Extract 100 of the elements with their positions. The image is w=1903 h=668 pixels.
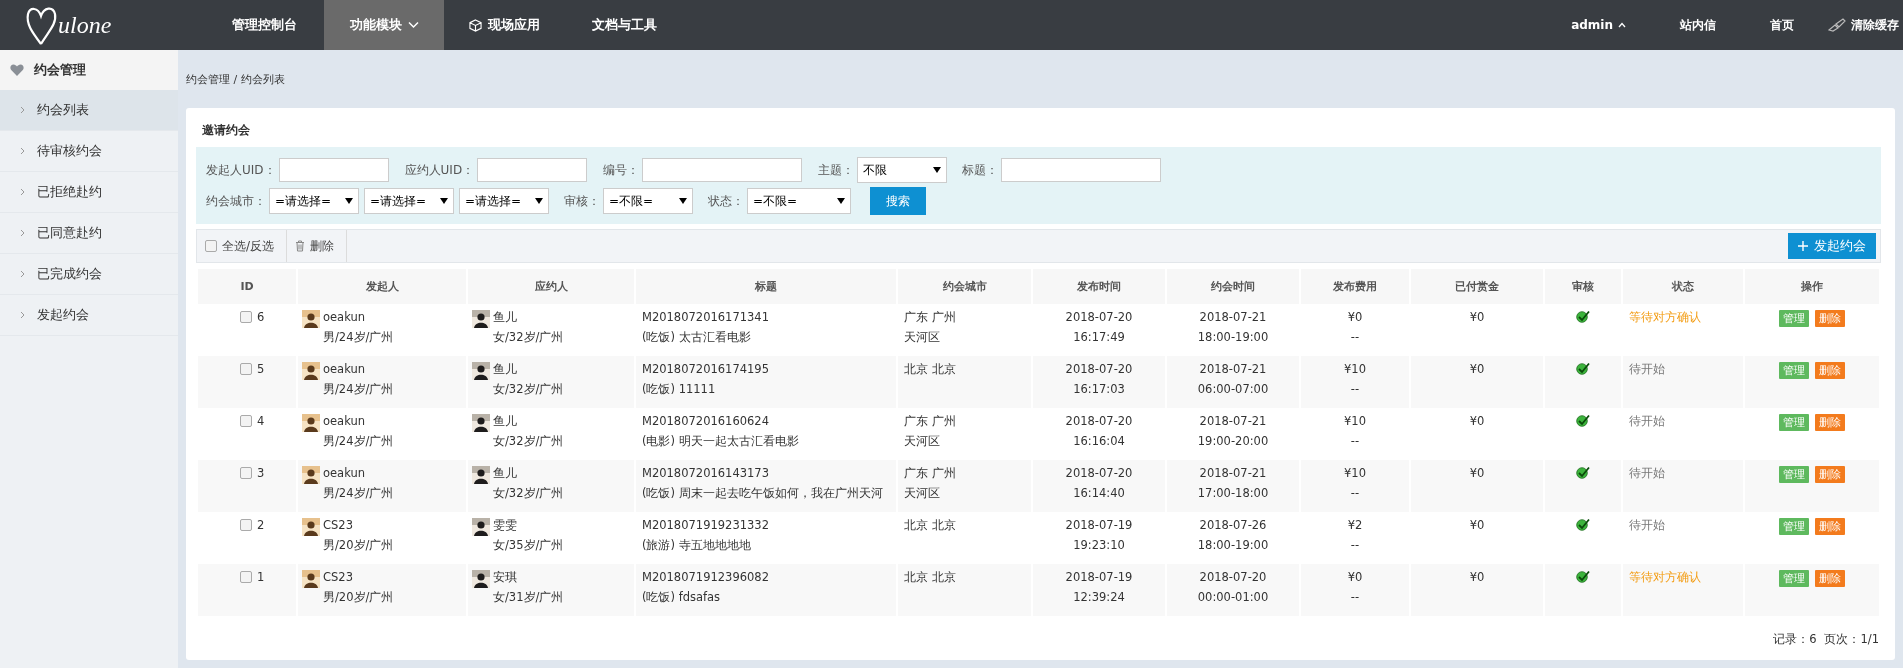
table-cell-text: 广东 广州 — [904, 466, 957, 481]
column-header: 应约人 — [468, 269, 634, 304]
nav-tab[interactable]: 现场应用 — [444, 0, 564, 50]
logo-text: ulone — [58, 11, 112, 39]
sidebar-item[interactable]: 发起约会 — [0, 295, 178, 336]
checkbox-label: 全选/反选 — [222, 237, 275, 255]
column-header: 发起人 — [298, 269, 466, 304]
select-field[interactable]: 不限 — [857, 157, 948, 183]
table-cell-text: M2018072016160624 — [642, 414, 770, 429]
nav-link[interactable]: 清除缓存 — [1816, 16, 1903, 34]
column-header: 发布时间 — [1033, 269, 1165, 304]
select-field[interactable]: =不限= — [747, 188, 851, 214]
checkbox[interactable] — [205, 240, 217, 252]
table-cell: 12:39:24 — [1073, 590, 1125, 605]
nav-link[interactable]: 站内信 — [1668, 16, 1728, 34]
filter-label: 发起人UID： — [206, 161, 276, 179]
dropdown-arrow-icon — [679, 198, 687, 204]
table-cell: 16:14:40 — [1073, 486, 1125, 501]
chevron-icon — [20, 106, 25, 114]
input-field[interactable] — [642, 158, 803, 182]
table-cell: 00:00-01:00 — [1197, 590, 1269, 605]
person-info: 男/24岁/广州 — [323, 382, 394, 397]
table-cell-text: 天河区 — [904, 330, 941, 345]
row-checkbox[interactable] — [240, 467, 252, 479]
row-checkbox[interactable] — [240, 519, 252, 531]
table-cell: 18:00-19:00 — [1197, 538, 1269, 553]
person-info: 女/32岁/广州 — [493, 486, 564, 501]
column-header: 已付赏金 — [1411, 269, 1543, 304]
filter-label: 主题： — [818, 161, 855, 179]
section-title: 邀请约会 — [202, 122, 251, 139]
sidebar-title: 约会管理 — [34, 61, 86, 79]
sidebar-item[interactable]: 已同意赴约 — [0, 213, 178, 254]
plus-icon — [1798, 241, 1808, 251]
select-field[interactable]: =请选择= — [459, 188, 549, 214]
filter-label: 审核： — [564, 192, 600, 210]
chevron-icon — [20, 188, 25, 196]
table-cell: 1 — [257, 570, 265, 584]
input-field[interactable] — [1001, 158, 1162, 182]
table-cell: -- — [1350, 486, 1360, 501]
filter-label: 应约人UID： — [404, 161, 475, 179]
search-button[interactable]: 搜索 — [870, 187, 926, 215]
table-cell: -- — [1350, 434, 1360, 449]
select-field[interactable]: =请选择= — [364, 188, 454, 214]
table-cell-text: (吃饭) 太古汇看电影 — [642, 330, 752, 345]
nav-link[interactable]: 首页 — [1758, 16, 1806, 34]
heart-icon — [10, 64, 24, 76]
filter-label: 状态： — [708, 192, 744, 210]
column-header: 操作 — [1745, 269, 1879, 304]
table-cell: 18:00-19:00 — [1197, 330, 1269, 345]
table-cell: 17:00-18:00 — [1197, 486, 1269, 501]
table-cell: 3 — [257, 466, 265, 480]
column-header: 约会城市 — [898, 269, 1031, 304]
select-field[interactable]: =请选择= — [269, 188, 359, 214]
row-checkbox[interactable] — [240, 311, 252, 323]
input-field[interactable] — [477, 158, 588, 182]
status-text: 等待对方确认 — [1629, 570, 1702, 585]
row-checkbox[interactable] — [240, 363, 252, 375]
sidebar-item[interactable]: 已完成约会 — [0, 254, 178, 295]
row-checkbox[interactable] — [240, 571, 252, 583]
user-menu[interactable]: admin — [1559, 18, 1638, 32]
dropdown-arrow-icon — [345, 198, 353, 204]
person-info: 女/31岁/广州 — [493, 590, 564, 605]
person-name: oeakun — [323, 414, 367, 429]
input-field[interactable] — [278, 158, 389, 182]
table-cell-text: M2018072016143173 — [642, 466, 770, 481]
table-cell: 2018-07-20 — [1199, 570, 1267, 585]
nav-tab[interactable]: 管理控制台 — [204, 0, 324, 50]
table-cell-text: 北京 北京 — [904, 362, 957, 377]
status-text: 等待对方确认 — [1629, 310, 1702, 325]
brush-icon — [1828, 18, 1846, 32]
select-field[interactable]: =不限= — [603, 188, 693, 214]
table-cell: 2018-07-26 — [1199, 518, 1267, 533]
table-cell: ¥0 — [1347, 570, 1363, 585]
person-name: 鱼儿 — [493, 414, 518, 429]
sidebar-item[interactable]: 约会列表 — [0, 90, 178, 131]
person-info: 男/24岁/广州 — [323, 434, 394, 449]
table-cell: 16:17:03 — [1073, 382, 1125, 397]
table-cell: ¥0 — [1469, 518, 1485, 533]
table-cell: -- — [1350, 330, 1360, 345]
sidebar-item[interactable]: 已拒绝赴约 — [0, 172, 178, 213]
select-all-checkbox[interactable]: 全选/反选 — [197, 230, 288, 262]
sidebar-header[interactable]: 约会管理 — [0, 50, 178, 90]
nav-tab[interactable]: 功能模块 — [324, 0, 444, 50]
table-cell-text: 天河区 — [904, 486, 941, 501]
create-button[interactable]: 发起约会 — [1788, 233, 1876, 259]
table-cell-text: (吃饭) 周末一起去吃午饭如何，我在广州天河 — [642, 486, 884, 501]
sidebar-item[interactable]: 待审核约会 — [0, 131, 178, 172]
table-cell: 5 — [257, 362, 265, 376]
table-cell: 2018-07-21 — [1199, 414, 1267, 429]
table-cell: ¥10 — [1344, 362, 1366, 377]
filter-label: 约会城市： — [206, 192, 266, 210]
delete-button[interactable]: 删除 — [287, 230, 348, 262]
pagination-info: 页次：1/1 — [1824, 632, 1879, 647]
table-cell: 2 — [257, 518, 265, 532]
row-checkbox[interactable] — [240, 415, 252, 427]
filter-label: 编号： — [603, 161, 640, 179]
person-name: 鱼儿 — [493, 466, 518, 481]
dropdown-arrow-icon — [837, 198, 845, 204]
nav-tab[interactable]: 文档与工具 — [564, 0, 684, 50]
table-cell: 2018-07-19 — [1065, 518, 1133, 533]
